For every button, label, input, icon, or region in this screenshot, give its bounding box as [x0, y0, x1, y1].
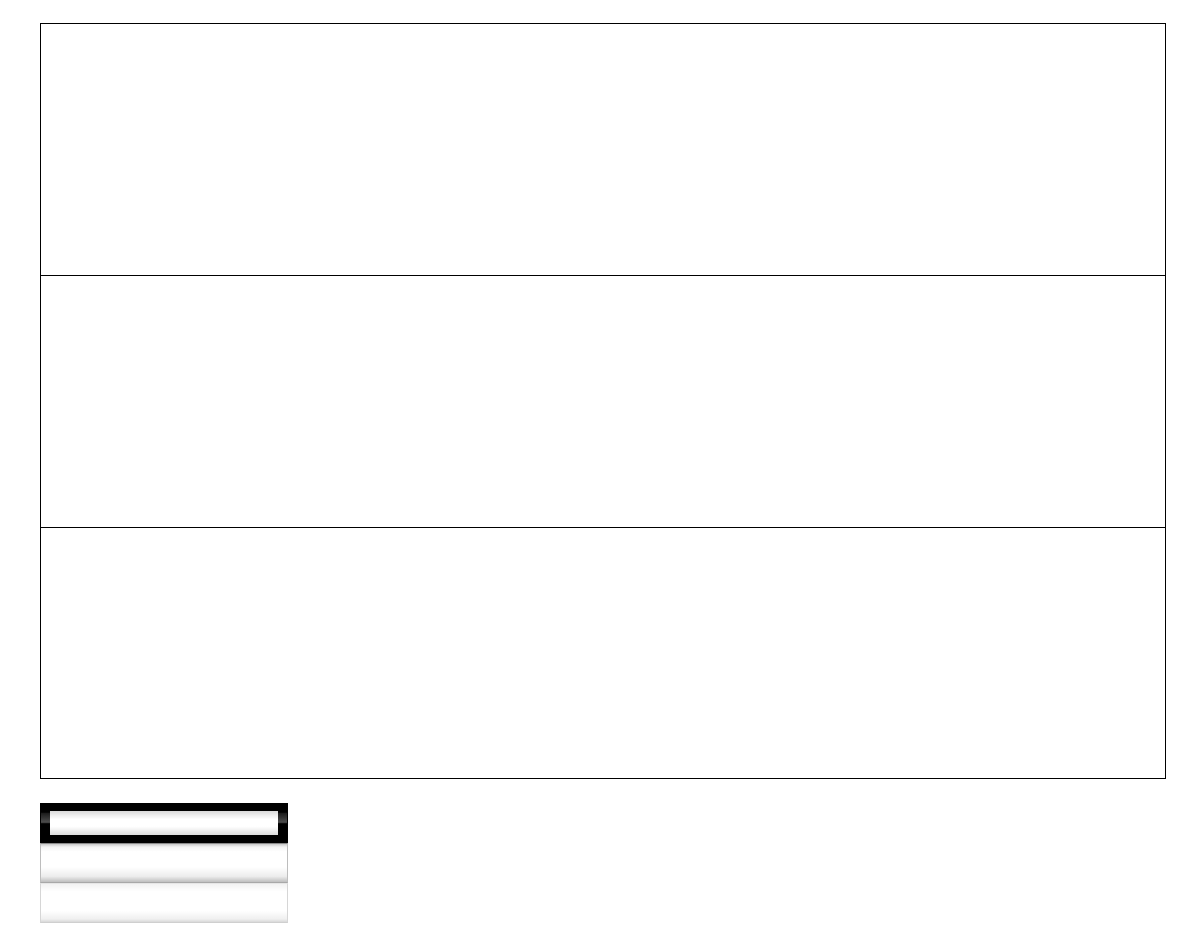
panel-divider-2 — [41, 527, 1165, 528]
button-dark-inner — [50, 811, 278, 835]
button-stack — [40, 803, 288, 923]
stage — [0, 0, 1200, 951]
main-panel-container — [40, 23, 1166, 779]
button-dark[interactable] — [40, 803, 288, 843]
panel-divider-1 — [41, 275, 1165, 276]
button-light-1[interactable] — [40, 843, 288, 883]
button-light-2[interactable] — [40, 883, 288, 923]
